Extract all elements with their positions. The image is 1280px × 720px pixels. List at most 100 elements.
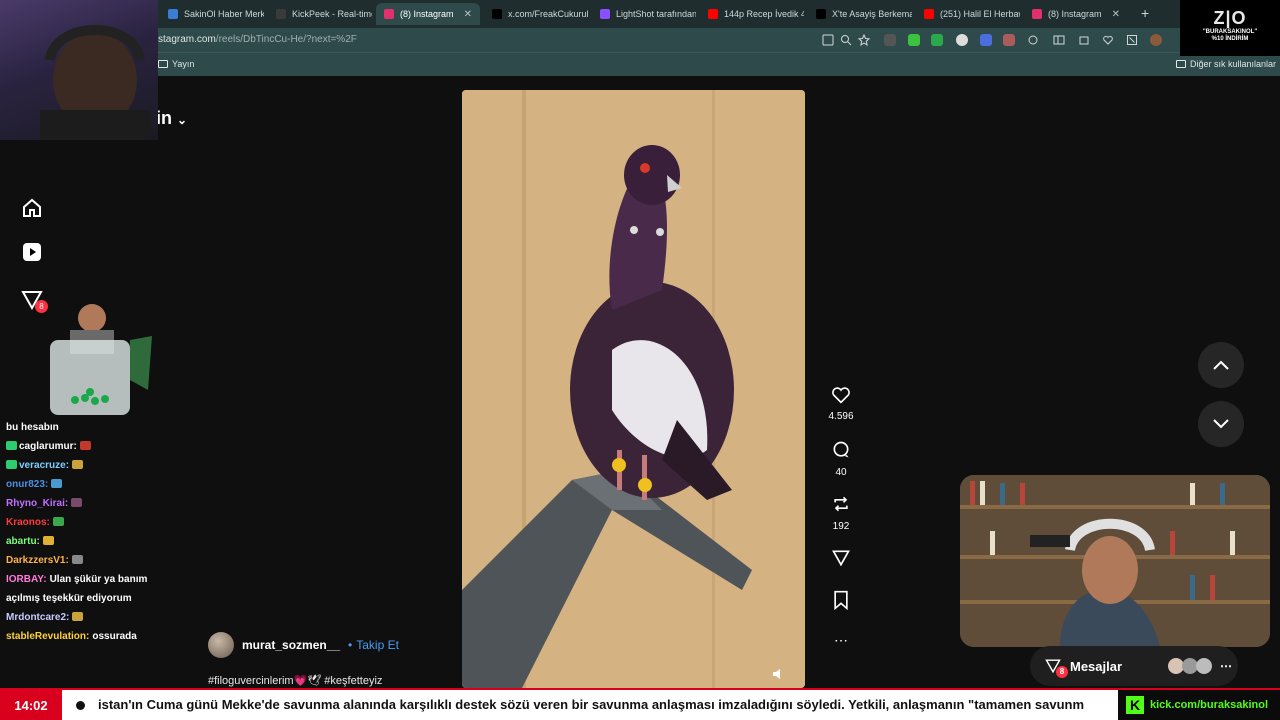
zoom-icon[interactable] (840, 34, 852, 46)
emote-icon (79, 441, 91, 450)
sidebar-icon[interactable] (1053, 34, 1065, 46)
repost-button[interactable]: 192 (822, 494, 860, 532)
folder-icon (1176, 60, 1186, 68)
reels-icon[interactable] (20, 240, 44, 264)
extension-icon[interactable] (1003, 34, 1015, 46)
screen: SakinOl Haber Merk✕KickPeek - Real-time✕… (0, 0, 1280, 720)
chat-message: bu hesabın (6, 418, 166, 437)
extension-icon[interactable] (884, 34, 896, 46)
guest-webcam (960, 475, 1270, 647)
bookmark-icon (834, 590, 848, 611)
chat-message: Kraonos: (6, 513, 166, 532)
tab-6[interactable]: 144p Recep İvedik 4✕ (700, 3, 804, 25)
download-icon[interactable] (1126, 34, 1138, 46)
tab-9[interactable]: (8) Instagram ✕ (1024, 3, 1128, 25)
chevron-up-icon (1213, 360, 1229, 370)
tab-label: LightShot tarafından (616, 9, 696, 19)
tab-3[interactable]: (8) Instagram ✕ (376, 3, 480, 25)
ticker-clock: 14:02 (0, 690, 62, 720)
reel-caption[interactable]: #filoguvercinlerim💗🕊 #keşfetteyiz (208, 674, 382, 687)
author-name[interactable]: murat_sozmen__ (242, 638, 340, 652)
webcam-image (960, 475, 1270, 647)
chat-message: stableRevulation: ossurada (6, 627, 166, 646)
chat-message: veracruze: (6, 456, 166, 475)
chat-username[interactable]: abartu: (6, 536, 40, 547)
tab-8[interactable]: (251) Halil El Herbaw✕ (916, 3, 1020, 25)
badge-icon (6, 441, 17, 450)
refresh-icon[interactable] (1027, 34, 1039, 46)
new-tab-button[interactable]: + (1141, 5, 1149, 21)
extension-icon[interactable] (980, 34, 992, 46)
emote-icon (52, 517, 64, 526)
chat-username[interactable]: stableRevulation: (6, 631, 89, 642)
previous-reel-button[interactable] (1198, 342, 1244, 388)
close-icon[interactable]: ✕ (1112, 9, 1120, 20)
url-text[interactable]: stagram.com/reels/DbTincCu-He/?next=%2F (158, 34, 357, 45)
badge-icon (6, 460, 17, 469)
emote-icon (42, 536, 54, 545)
chat-message: onur823: (6, 475, 166, 494)
messages-button[interactable]: 8 Mesajlar ⋯ (1030, 646, 1238, 686)
follow-dot: • (348, 638, 353, 652)
chat-username[interactable]: IORBAY: (6, 574, 47, 585)
chat-username[interactable]: Kraonos: (6, 517, 50, 528)
chat-message: DarkzzersV1: (6, 551, 166, 570)
share-button[interactable] (822, 548, 860, 573)
reel-author[interactable]: murat_sozmen__ • Takip Et (208, 632, 399, 658)
chat-username[interactable]: onur823: (6, 479, 48, 490)
reel-video[interactable] (462, 90, 805, 688)
mute-icon[interactable] (772, 668, 786, 680)
logo-code: "BURAKSAKINOL" (1202, 29, 1258, 35)
emote-icon (71, 498, 83, 507)
tab-1[interactable]: SakinOl Haber Merk✕ (160, 3, 264, 25)
tab-4[interactable]: x.com/FreakCukurul✕ (484, 3, 588, 25)
chat-message: abartu: (6, 532, 166, 551)
follow-button[interactable]: Takip Et (356, 638, 399, 652)
translate-icon[interactable] (822, 34, 834, 46)
tab-7[interactable]: X'te Asayiş Berkemal✕ (808, 3, 912, 25)
instagram-header[interactable]: in ⌄ (156, 108, 187, 129)
messages-label: Mesajlar (1070, 658, 1123, 674)
kick-url: kick.com/buraksakinol (1150, 699, 1268, 711)
avatar[interactable] (208, 632, 234, 658)
save-button[interactable] (822, 590, 860, 615)
favicon-icon (492, 9, 502, 19)
bookmark-yayin[interactable]: Yayın (158, 59, 194, 69)
profile-avatar-icon[interactable] (1150, 34, 1162, 46)
tab-2[interactable]: KickPeek - Real-time✕ (268, 3, 372, 25)
tab-label: X'te Asayiş Berkemal (832, 9, 912, 19)
kick-channel-link: K kick.com/buraksakinol (1118, 690, 1280, 720)
tab-label: x.com/FreakCukurul (508, 9, 588, 19)
tab-5[interactable]: LightShot tarafından✕ (592, 3, 696, 25)
emote-icon (72, 612, 84, 621)
repost-icon (834, 496, 848, 512)
chat-username[interactable]: Rhyno_Kirai: (6, 498, 68, 509)
chat-message: caglarumur: (6, 437, 166, 456)
address-bar[interactable]: stagram.com/reels/DbTincCu-He/?next=%2F (0, 28, 1280, 52)
heart-icon[interactable] (1102, 34, 1114, 46)
extension-icon[interactable] (956, 34, 968, 46)
avatar[interactable] (1196, 658, 1213, 674)
extension-icon[interactable] (908, 34, 920, 46)
favicon-icon (276, 9, 286, 19)
more-icon[interactable]: ⋯ (1220, 659, 1232, 673)
next-reel-button[interactable] (1198, 401, 1244, 447)
chat-username[interactable]: Mrdontcare2: (6, 612, 69, 623)
star-icon[interactable] (858, 34, 870, 46)
chat-username[interactable]: caglarumur: (19, 441, 77, 452)
emote-icon (51, 479, 63, 488)
sponsor-logo: Z|O "BURAKSAKINOL" %10 İNDİRİM (1180, 0, 1280, 56)
puzzle-icon[interactable] (1078, 34, 1090, 46)
chat-username[interactable]: veracruze: (19, 460, 69, 471)
chat-username[interactable]: DarkzzersV1: (6, 555, 69, 566)
repost-count: 192 (832, 521, 850, 532)
close-icon[interactable]: ✕ (464, 9, 472, 20)
chevron-down-icon[interactable]: ⌄ (177, 113, 187, 127)
more-options-icon[interactable]: ⋯ (822, 632, 860, 649)
bookmark-other[interactable]: Diğer sık kullanılanlar (1176, 59, 1276, 69)
like-button[interactable]: 4.596 (822, 386, 860, 422)
favicon-icon (384, 9, 394, 19)
home-icon[interactable] (20, 196, 44, 220)
extension-icon[interactable] (931, 34, 943, 46)
comment-button[interactable]: 40 (822, 440, 860, 478)
